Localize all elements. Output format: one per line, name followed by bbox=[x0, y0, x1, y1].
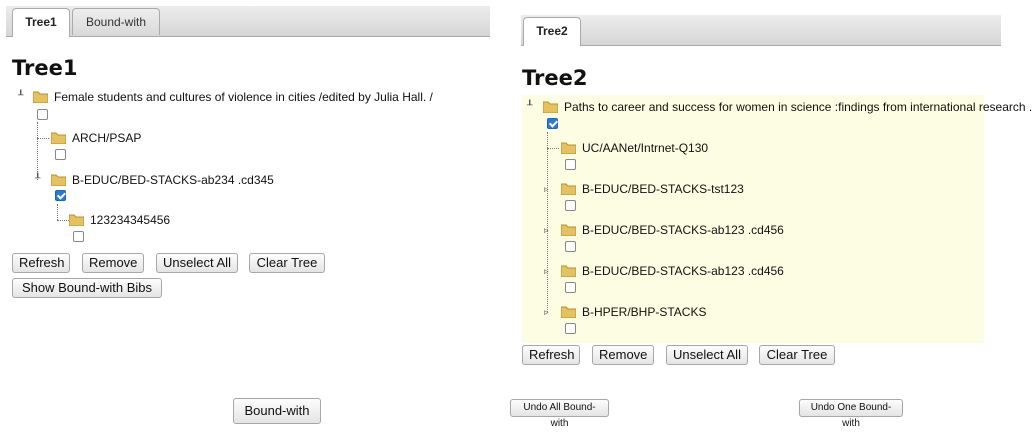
tree-expander-icon[interactable]: ▹ bbox=[544, 307, 549, 317]
tree2-root-label: Paths to career and success for women in… bbox=[564, 100, 1033, 114]
tree2-node-checkbox[interactable] bbox=[565, 323, 576, 334]
tree2-root-node[interactable]: Paths to career and success for women in… bbox=[543, 99, 1033, 115]
undo-one-bound-with-button[interactable]: Undo One Bound-with bbox=[799, 399, 903, 429]
tree-expander-icon[interactable]: ┸ bbox=[527, 100, 532, 110]
folder-icon bbox=[51, 173, 66, 186]
tab-bound-with[interactable]: Bound-with bbox=[72, 8, 160, 35]
show-bound-with-bibs-button[interactable]: Show Bound-with Bibs bbox=[12, 278, 162, 298]
left-remove-button[interactable]: Remove bbox=[82, 253, 144, 273]
tree1-root-node[interactable]: Female students and cultures of violence… bbox=[33, 89, 433, 105]
tree2-node-label: B-EDUC/BED-STACKS-ab123 .cd456 bbox=[582, 223, 784, 237]
tree2-node-checkbox[interactable] bbox=[565, 200, 576, 211]
tree2-node[interactable]: B-EDUC/BED-STACKS-ab123 .cd456 bbox=[561, 263, 784, 279]
bound-with-button[interactable]: Bound-with bbox=[233, 398, 321, 424]
tree-expander-icon[interactable]: ▹ bbox=[544, 184, 549, 194]
folder-icon bbox=[33, 90, 48, 103]
tree2-node-checkbox[interactable] bbox=[565, 159, 576, 170]
tree-expander-icon[interactable]: ┸ bbox=[18, 90, 23, 100]
tree1-node-beduc[interactable]: B-EDUC/BED-STACKS-ab234 .cd345 bbox=[51, 172, 274, 188]
tree1-node-label: ARCH/PSAP bbox=[72, 131, 142, 145]
tree-expander-icon[interactable]: ▹ bbox=[544, 225, 549, 235]
undo-all-bound-with-button[interactable]: Undo All Bound-with bbox=[510, 399, 609, 429]
tree1-root-checkbox[interactable] bbox=[37, 109, 48, 120]
folder-icon bbox=[561, 223, 576, 236]
right-clear-tree-button[interactable]: Clear Tree bbox=[759, 345, 835, 365]
tree1-node-label: 123234345456 bbox=[90, 213, 171, 227]
tree2-node-label: B-EDUC/BED-STACKS-tst123 bbox=[582, 182, 744, 196]
tree1-node-checkbox[interactable] bbox=[73, 231, 84, 242]
tree1-node-checkbox-checked[interactable] bbox=[55, 190, 66, 201]
tab-tree1[interactable]: Tree1 bbox=[12, 8, 70, 37]
tree1-node-label: B-EDUC/BED-STACKS-ab234 .cd345 bbox=[72, 173, 274, 187]
tree2-node[interactable]: B-EDUC/BED-STACKS-tst123 bbox=[561, 181, 744, 197]
tree-expander-icon[interactable]: ┸ bbox=[35, 173, 40, 183]
tree2-node[interactable]: B-EDUC/BED-STACKS-ab123 .cd456 bbox=[561, 222, 784, 238]
tree1-node-checkbox[interactable] bbox=[55, 149, 66, 160]
left-tab-bar: Tree1 Bound-with bbox=[6, 6, 490, 37]
right-unselect-all-button[interactable]: Unselect All bbox=[666, 345, 748, 365]
left-clear-tree-button[interactable]: Clear Tree bbox=[249, 253, 325, 273]
tree1-root-label: Female students and cultures of violence… bbox=[54, 90, 433, 104]
tree-line bbox=[547, 132, 548, 312]
tree1-node-arch[interactable]: ARCH/PSAP bbox=[51, 130, 141, 146]
tree-line bbox=[37, 138, 49, 139]
tree-line bbox=[547, 148, 559, 149]
tree-line bbox=[37, 122, 38, 180]
tree2-title: Tree2 bbox=[522, 66, 588, 90]
right-tab-bar: Tree2 bbox=[521, 15, 1001, 46]
tab-tree2[interactable]: Tree2 bbox=[523, 17, 581, 46]
folder-icon bbox=[561, 305, 576, 318]
left-refresh-button[interactable]: Refresh bbox=[12, 253, 70, 273]
tree-expander-icon[interactable]: ▹ bbox=[544, 266, 549, 276]
folder-icon bbox=[561, 141, 576, 154]
tree-line bbox=[57, 220, 69, 221]
folder-icon bbox=[561, 182, 576, 195]
tree2-node-checkbox[interactable] bbox=[565, 282, 576, 293]
folder-icon bbox=[561, 264, 576, 277]
tree1-title: Tree1 bbox=[12, 56, 78, 80]
tree2-node[interactable]: B-HPER/BHP-STACKS bbox=[561, 304, 706, 320]
folder-icon bbox=[51, 131, 66, 144]
left-unselect-all-button[interactable]: Unselect All bbox=[156, 253, 238, 273]
folder-icon bbox=[69, 213, 84, 226]
folder-icon bbox=[543, 100, 558, 113]
tree2-node-checkbox[interactable] bbox=[565, 241, 576, 252]
tree2-node-label: B-EDUC/BED-STACKS-ab123 .cd456 bbox=[582, 264, 784, 278]
tree2-root-checkbox-checked[interactable] bbox=[547, 118, 558, 129]
tree1-node-item[interactable]: 123234345456 bbox=[69, 212, 170, 228]
tree2-node-label: UC/AANet/Intrnet-Q130 bbox=[582, 141, 709, 155]
tree-line bbox=[57, 204, 58, 220]
right-remove-button[interactable]: Remove bbox=[592, 345, 654, 365]
tree2-node-label: B-HPER/BHP-STACKS bbox=[582, 305, 707, 319]
tree2-node[interactable]: UC/AANet/Intrnet-Q130 bbox=[561, 140, 708, 156]
right-refresh-button[interactable]: Refresh bbox=[522, 345, 580, 365]
